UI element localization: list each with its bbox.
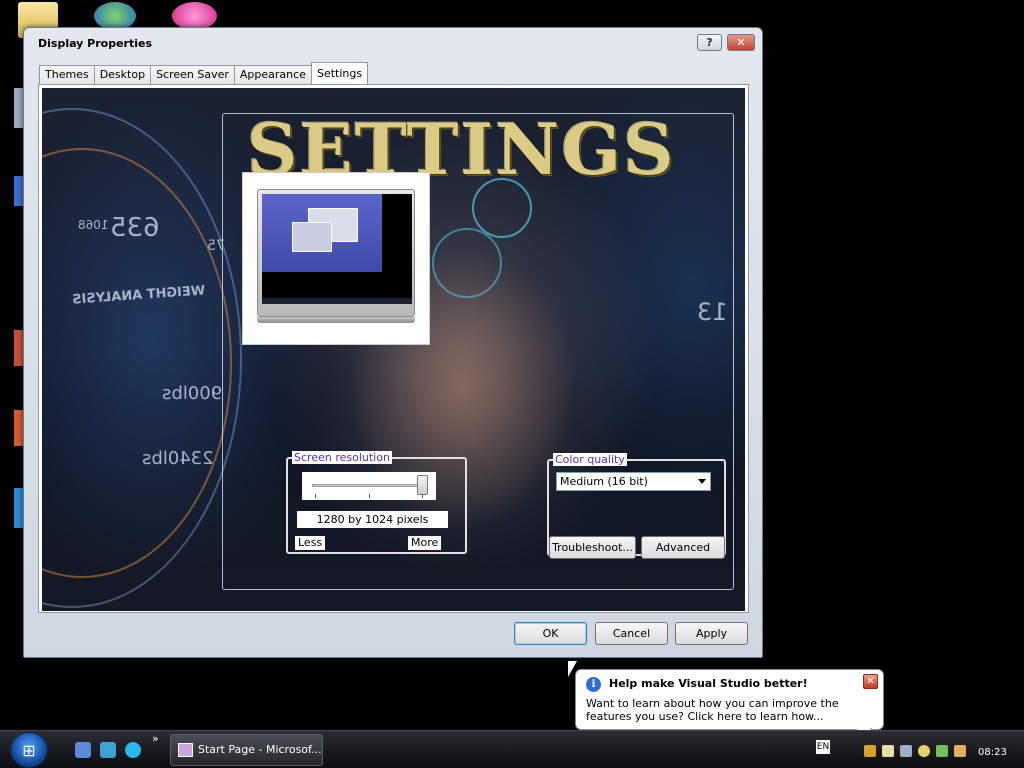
hud-number: 635 [110,213,160,243]
color-quality-label: Color quality [553,453,627,466]
less-label: Less [295,536,326,550]
windows-logo-icon: ⊞ [22,740,36,760]
slider-tick [315,494,316,498]
tray-icon[interactable] [918,745,930,757]
window-title: Display Properties [38,37,153,50]
tab-appearance[interactable]: Appearance [233,65,312,84]
monitor-preview [242,172,430,345]
tray-icon[interactable] [882,745,894,757]
tab-strip: Themes Desktop Screen Saver Appearance S… [39,62,369,84]
monitor-stand [257,317,415,323]
desktop-media-icon[interactable] [172,2,217,30]
slider-track [312,484,424,487]
help-button[interactable]: ? [697,34,722,51]
slider-thumb[interactable] [417,475,428,495]
screen-resolution-label: Screen resolution [292,451,392,464]
color-quality-select[interactable]: Medium (16 bit) [556,472,711,491]
tab-desktop[interactable]: Desktop [93,65,152,84]
background-artwork: 635 1068 75 WEIGHT ANALYSIS 900lbs 2340l… [42,88,745,611]
tab-settings[interactable]: Settings [310,62,369,84]
quicklaunch-icon[interactable] [75,742,91,758]
tray-icon[interactable] [864,745,876,757]
screen-taskbar [262,298,412,304]
slider-tick [369,494,370,498]
monitor-icon [257,189,415,317]
balloon-message[interactable]: Want to learn about how you can improve … [586,697,876,723]
cancel-button[interactable]: Cancel [595,622,668,645]
notification-balloon[interactable]: i Help make Visual Studio better! ✕ Want… [575,669,884,742]
dropdown-arrow-icon[interactable] [698,479,706,484]
tray-icon[interactable] [936,745,948,757]
close-button[interactable]: ✕ [727,34,755,51]
taskbar-item-start-page[interactable]: Start Page - Microsof... [170,734,323,766]
hud-number: 2340lbs [142,448,214,469]
screen-resolution-group: Screen resolution 1280 by 1024 pixels Le… [286,451,467,554]
quicklaunch-icon[interactable] [125,742,141,758]
troubleshoot-button[interactable]: Troubleshoot... [549,536,636,559]
color-quality-group: Color quality Medium (16 bit) Troublesho… [547,453,726,559]
resolution-value: 1280 by 1024 pixels [297,511,448,528]
tab-themes[interactable]: Themes [39,65,95,84]
resolution-slider[interactable] [302,472,436,500]
taskbar-item-label: Start Page - Microsof... [198,743,322,756]
monitor-screen [262,194,412,304]
advanced-button[interactable]: Advanced [641,536,725,559]
hud-number: 1068 [78,218,109,232]
quicklaunch-chevron-icon[interactable]: » [152,732,159,745]
tray-icon[interactable] [954,745,966,757]
settings-panel: 635 1068 75 WEIGHT ANALYSIS 900lbs 2340l… [38,84,749,613]
display-properties-window: Display Properties ? ✕ Themes Desktop Sc… [23,27,763,658]
visual-studio-icon [178,743,193,757]
start-button[interactable]: ⊞ [10,732,48,768]
screen-window [292,222,332,252]
info-icon: i [586,677,601,692]
apply-button[interactable]: Apply [675,622,748,645]
balloon-title[interactable]: Help make Visual Studio better! [609,677,808,690]
hud-number: 900lbs [162,383,223,404]
tab-screen-saver[interactable]: Screen Saver [150,65,235,84]
clock[interactable]: 08:23 [978,747,1007,758]
color-quality-value: Medium (16 bit) [560,475,648,488]
quicklaunch-icon[interactable] [100,742,116,758]
more-label: More [408,536,442,550]
close-icon: ✕ [736,36,746,49]
language-indicator[interactable]: EN [816,740,830,754]
ok-button[interactable]: OK [514,622,587,645]
desktop-globe-icon[interactable] [94,2,136,30]
tray-icon[interactable] [900,745,912,757]
taskbar: ⊞ » Start Page - Microsof... EN 08:23 [0,730,1024,768]
help-icon: ? [706,36,713,49]
balloon-close-icon[interactable]: ✕ [863,674,878,689]
title-bar[interactable]: Display Properties ? ✕ [24,28,762,58]
